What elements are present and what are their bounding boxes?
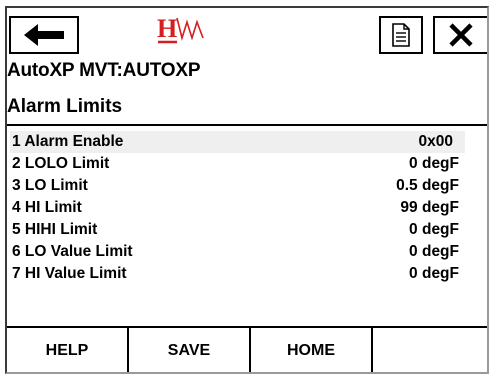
list-item-lo-value-limit[interactable]: 6 LO Value Limit 0 degF: [10, 241, 465, 263]
list-item-hihi-limit[interactable]: 5 HIHI Limit 0 degF: [10, 219, 465, 241]
list-item-label: 6 LO Value Limit: [12, 243, 133, 260]
list-item-lolo-limit[interactable]: 2 LOLO Limit 0 degF: [10, 153, 465, 175]
list-item-hi-limit[interactable]: 4 HI Limit 99 degF: [10, 197, 465, 219]
list-item-hi-value-limit[interactable]: 7 HI Value Limit 0 degF: [10, 263, 465, 285]
list-item-label: 4 HI Limit: [12, 199, 82, 216]
top-bar: H: [7, 8, 487, 58]
close-button[interactable]: [433, 16, 487, 54]
device-screen: H AutoXP MVT:AUTOXP Alarm Limits 1 Alarm…: [5, 6, 489, 374]
list-item-label: 2 LOLO Limit: [12, 155, 110, 172]
list-item-label: 1 Alarm Enable: [12, 133, 124, 150]
device-title: AutoXP MVT:AUTOXP: [7, 60, 201, 81]
bottom-bar: HELP SAVE HOME: [7, 326, 487, 372]
hw-logo-icon: H: [157, 14, 204, 44]
page-title: Alarm Limits: [7, 96, 123, 117]
list-item-value: 0 degF: [409, 221, 459, 238]
list-item-value: 0 degF: [409, 155, 459, 172]
list-item-lo-limit[interactable]: 3 LO Limit 0.5 degF: [10, 175, 465, 197]
save-button[interactable]: SAVE: [129, 328, 251, 372]
list-item-label: 7 HI Value Limit: [12, 265, 127, 282]
help-button[interactable]: HELP: [7, 328, 129, 372]
alarm-limits-list: 1 Alarm Enable 0x00 2 LOLO Limit 0 degF …: [7, 124, 487, 326]
list-item-alarm-enable[interactable]: 1 Alarm Enable 0x00: [10, 131, 465, 153]
list-item-value: 0x00: [418, 133, 453, 150]
close-x-icon: [449, 23, 473, 47]
svg-text:H: H: [157, 14, 177, 43]
arrow-left-icon: [24, 24, 64, 46]
list-item-value: 0 degF: [409, 243, 459, 260]
list-item-value: 99 degF: [400, 199, 459, 216]
empty-softkey: [373, 328, 487, 372]
back-button[interactable]: [9, 16, 79, 54]
home-button[interactable]: HOME: [251, 328, 373, 372]
list-item-label: 5 HIHI Limit: [12, 221, 98, 238]
document-button[interactable]: [379, 16, 423, 54]
document-icon: [392, 23, 410, 47]
list-item-label: 3 LO Limit: [12, 177, 88, 194]
list-item-value: 0 degF: [409, 265, 459, 282]
list-item-value: 0.5 degF: [396, 177, 459, 194]
